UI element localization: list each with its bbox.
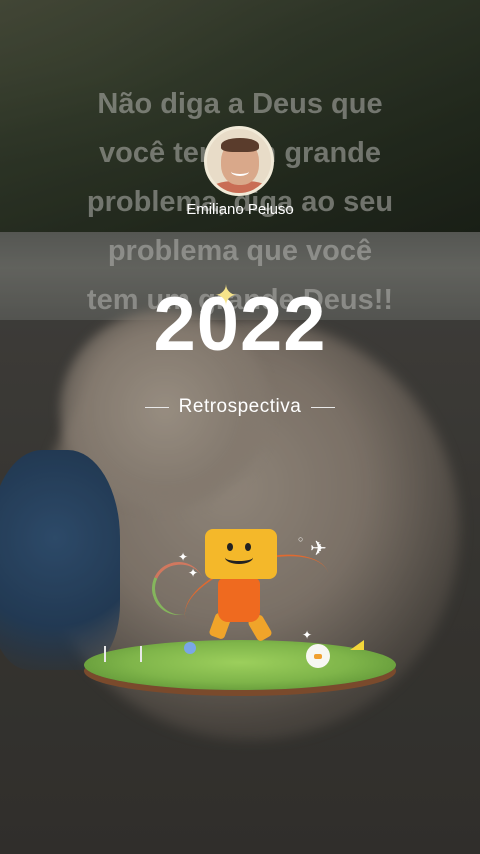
sparkle-icon: ✦	[214, 280, 238, 311]
subtitle: Retrospectiva	[178, 396, 302, 417]
avatar-hair	[221, 138, 259, 152]
avatar-smile	[231, 167, 249, 176]
quote-line: problema que você	[107, 235, 373, 267]
robot-eye-left	[227, 543, 233, 551]
fence-icon	[104, 646, 142, 662]
chick-beak	[314, 654, 322, 659]
quote-line: Não diga a Deus que	[97, 88, 383, 120]
avatar[interactable]	[204, 126, 274, 196]
flower-icon	[184, 642, 196, 654]
divider-left	[144, 406, 169, 408]
star-icon: ✦	[178, 550, 189, 564]
subtitle-row: Retrospectiva	[0, 396, 480, 418]
robot-eye-right	[245, 543, 251, 551]
robot-smile	[225, 551, 253, 564]
star-icon: ✦	[302, 628, 313, 642]
star-icon: ✦	[188, 566, 199, 580]
robot-head	[205, 529, 277, 579]
circle-icon: ○	[298, 534, 304, 544]
username[interactable]: Emiliano Peluso	[0, 201, 480, 218]
year-title: 2022	[153, 282, 327, 367]
divider-right	[311, 406, 336, 408]
robot-body	[218, 578, 260, 622]
paper-plane-icon: ✈	[310, 538, 327, 560]
